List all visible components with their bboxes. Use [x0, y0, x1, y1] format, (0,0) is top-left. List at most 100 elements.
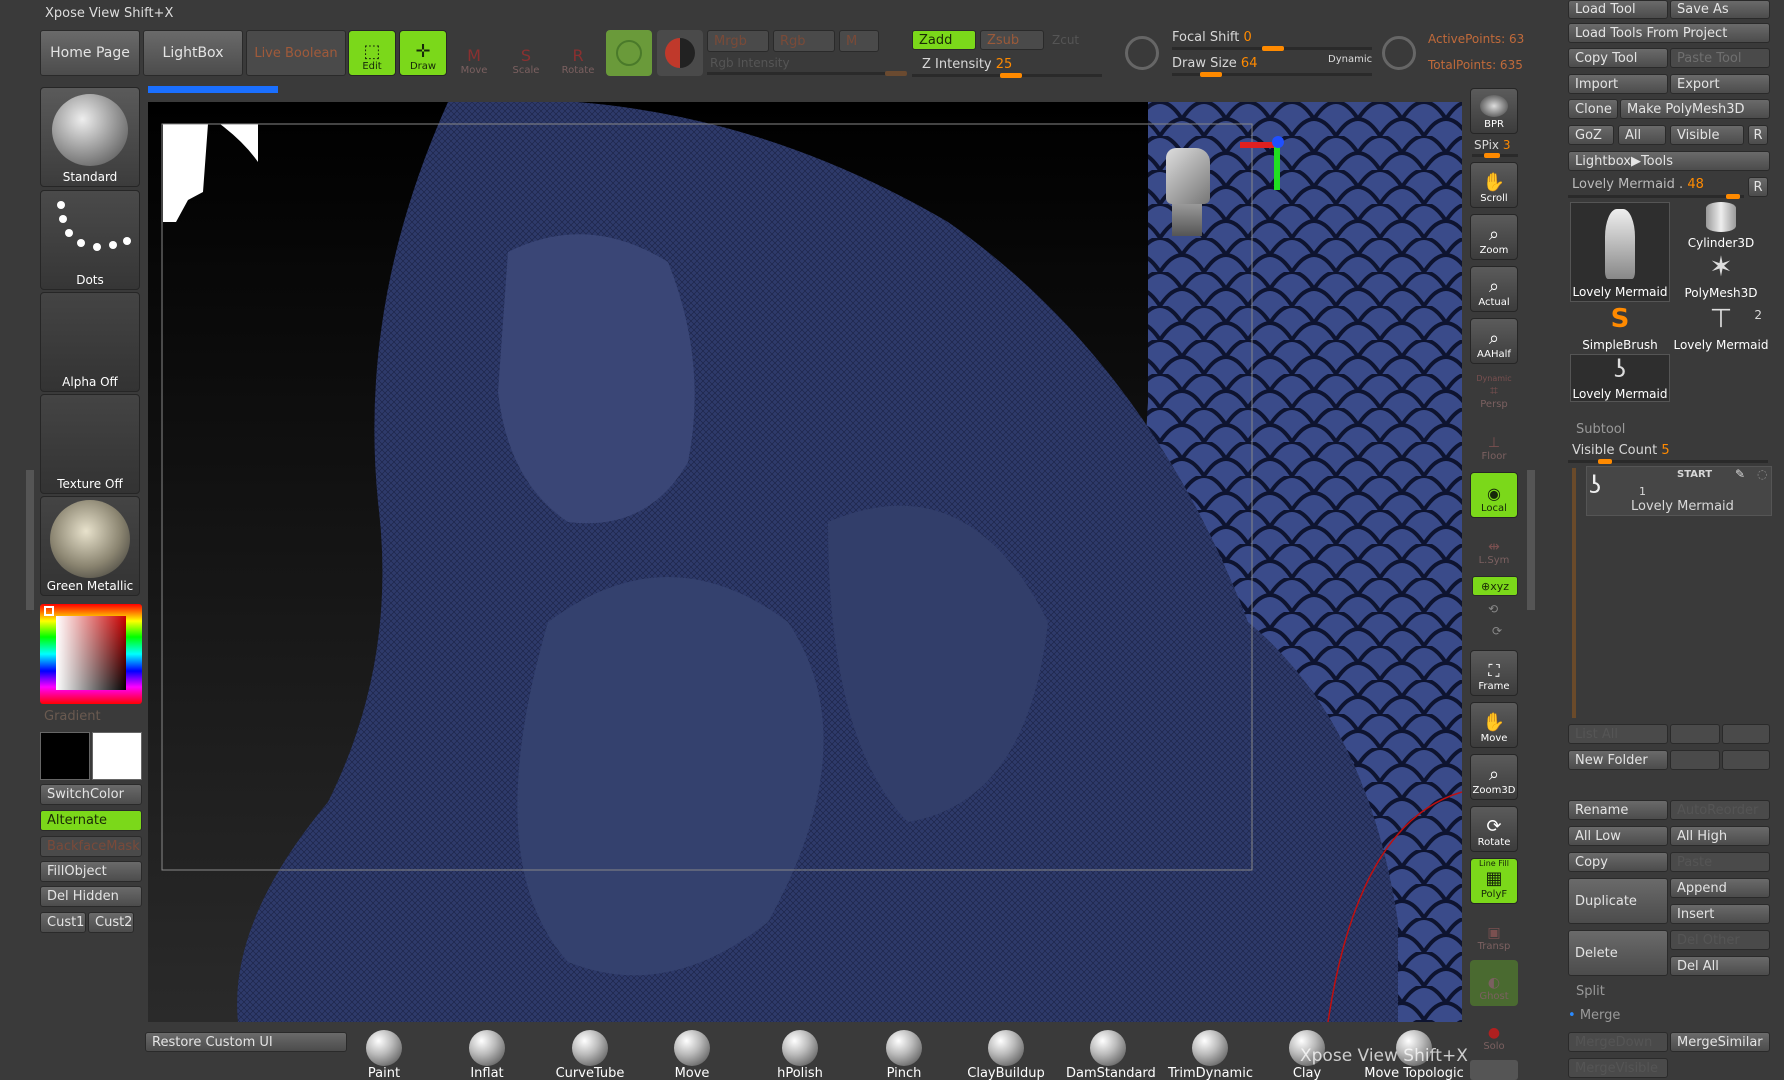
- eye-icon[interactable]: ◌: [1757, 467, 1767, 481]
- aahalf-button[interactable]: ⌕ AAHalf: [1470, 318, 1518, 364]
- secondary-color-swatch[interactable]: [92, 732, 142, 780]
- tool-thumb-5[interactable]: ⊤ 2 Lovely Mermaid: [1672, 304, 1770, 352]
- xyz-button[interactable]: ⊕xyz: [1472, 576, 1518, 596]
- right-tray-toggle[interactable]: [1527, 470, 1535, 610]
- lazy-mouse-button[interactable]: [1118, 30, 1166, 76]
- subtool-header[interactable]: Subtool: [1576, 422, 1625, 437]
- paste-tool-button[interactable]: Paste Tool: [1670, 48, 1770, 68]
- ghost-button[interactable]: ◐ Ghost: [1470, 960, 1518, 1006]
- spix-slider[interactable]: [1472, 153, 1518, 158]
- copy-subtool-button[interactable]: Copy: [1568, 852, 1668, 872]
- mrgb-button[interactable]: Mrgb: [707, 30, 769, 52]
- switch-color-button[interactable]: SwitchColor: [40, 784, 142, 805]
- visible-count-slider[interactable]: [1568, 459, 1768, 464]
- duplicate-button[interactable]: Duplicate: [1568, 878, 1668, 924]
- m-button[interactable]: M: [839, 30, 879, 52]
- auto-reorder-button[interactable]: AutoReorder: [1670, 800, 1770, 820]
- orientation-head[interactable]: [1160, 148, 1220, 244]
- tool-thumb-6[interactable]: ʖ Lovely Mermaid: [1570, 354, 1670, 402]
- home-page-button[interactable]: Home Page: [40, 30, 140, 76]
- edit-button[interactable]: ⬚ Edit: [348, 30, 396, 76]
- gradient-label[interactable]: Gradient: [44, 709, 101, 724]
- frame-button[interactable]: ⛶ Frame: [1470, 650, 1518, 696]
- transp-button[interactable]: ▣ Transp: [1470, 910, 1518, 956]
- merge-visible-button[interactable]: MergeVisible: [1568, 1058, 1668, 1078]
- folder-up-button[interactable]: [1670, 750, 1720, 770]
- zoom3d-button[interactable]: ⌕ Zoom3D: [1470, 754, 1518, 800]
- brush-paint[interactable]: Paint: [342, 1030, 426, 1080]
- fill-object-button[interactable]: FillObject: [40, 861, 142, 882]
- material-button[interactable]: Green Metallic: [40, 496, 140, 596]
- lsym-button[interactable]: ⇹ L.Sym: [1470, 524, 1518, 570]
- new-folder-button[interactable]: New Folder: [1568, 750, 1668, 770]
- alternate-button[interactable]: Alternate: [40, 810, 142, 831]
- brush-button[interactable]: Standard: [40, 87, 140, 187]
- del-hidden-button[interactable]: Del Hidden: [40, 886, 142, 907]
- cust2-button[interactable]: Cust2: [88, 912, 134, 933]
- rotate-z-icon[interactable]: ⟳: [1492, 624, 1502, 638]
- axis-gizmo[interactable]: [1240, 136, 1290, 196]
- zadd-button[interactable]: Zadd: [912, 30, 976, 50]
- zcut-button[interactable]: Zcut: [1052, 33, 1079, 47]
- move-down-button[interactable]: [1722, 724, 1770, 744]
- save-as-button[interactable]: Save As: [1670, 0, 1770, 19]
- insert-button[interactable]: Insert: [1670, 904, 1770, 924]
- rotate-view-button[interactable]: ⟳ Rotate: [1470, 806, 1518, 852]
- draw-button[interactable]: ✛ Draw: [399, 30, 447, 76]
- alpha-button[interactable]: Alpha Off: [40, 292, 140, 392]
- rename-button[interactable]: Rename: [1568, 800, 1668, 820]
- rgb-intensity-slider[interactable]: [707, 71, 907, 76]
- texture-button[interactable]: Texture Off: [40, 394, 140, 494]
- load-tool-button[interactable]: Load Tool: [1568, 0, 1668, 19]
- import-button[interactable]: Import: [1568, 74, 1668, 94]
- polyf-button[interactable]: Line Fill ▦ PolyF: [1470, 858, 1518, 904]
- brush-hpolish[interactable]: hPolish: [758, 1030, 842, 1080]
- tool-thumb-3[interactable]: ✶ PolyMesh3D: [1672, 252, 1770, 301]
- brush-trimdynamic[interactable]: TrimDynamic: [1168, 1030, 1253, 1080]
- dynamic-size-button[interactable]: [1376, 30, 1422, 76]
- brush-icon[interactable]: ✎: [1735, 467, 1745, 481]
- viewport-canvas[interactable]: [148, 102, 1462, 1022]
- solo-button[interactable]: ● Solo: [1470, 1010, 1518, 1056]
- left-tray-toggle[interactable]: [26, 470, 34, 610]
- split-section[interactable]: Split: [1576, 984, 1605, 999]
- del-other-button[interactable]: Del Other: [1670, 930, 1770, 950]
- cust1-button[interactable]: Cust1: [40, 912, 86, 933]
- export-button[interactable]: Export: [1670, 74, 1770, 94]
- lightbox-button[interactable]: LightBox: [143, 30, 243, 76]
- brush-curvetube[interactable]: CurveTube: [548, 1030, 632, 1080]
- actual-button[interactable]: ⌕ Actual: [1470, 266, 1518, 312]
- folder-down-button[interactable]: [1722, 750, 1770, 770]
- make-polymesh3d-button[interactable]: Make PolyMesh3D: [1620, 99, 1770, 119]
- tool-slider[interactable]: [1568, 194, 1744, 199]
- tool-thumb-4[interactable]: S SimpleBrush: [1570, 304, 1670, 352]
- brush-claybuildup[interactable]: ClayBuildup: [964, 1030, 1048, 1080]
- zsub-button[interactable]: Zsub: [980, 30, 1044, 50]
- clone-button[interactable]: Clone: [1568, 99, 1618, 119]
- dynamic-toggle[interactable]: Dynamic: [1328, 54, 1372, 65]
- rotate-button[interactable]: R Rotate: [554, 34, 602, 80]
- color-saturation-box[interactable]: [56, 616, 126, 690]
- list-all-button[interactable]: List All: [1568, 724, 1668, 744]
- floor-button[interactable]: ⊥ Floor: [1470, 420, 1518, 466]
- zoom-button[interactable]: ⌕ Zoom: [1470, 214, 1518, 260]
- tool-r-button[interactable]: R: [1748, 177, 1768, 197]
- main-color-swatch[interactable]: [40, 732, 90, 780]
- move-view-button[interactable]: ✋ Move: [1470, 702, 1518, 748]
- copy-tool-button[interactable]: Copy Tool: [1568, 48, 1668, 68]
- scale-button[interactable]: S Scale: [502, 34, 550, 80]
- focal-shift-slider[interactable]: [1172, 46, 1372, 51]
- brush-pinch[interactable]: Pinch: [862, 1030, 946, 1080]
- subtool-item[interactable]: ʖ START ✎ ◌ 1 Lovely Mermaid: [1586, 466, 1772, 516]
- merge-down-button[interactable]: MergeDown: [1568, 1032, 1668, 1052]
- subtool-list-scrollbar[interactable]: [1572, 468, 1576, 718]
- stroke-button[interactable]: Dots: [40, 190, 140, 290]
- tool-thumb-1[interactable]: Lovely Mermaid: [1570, 202, 1670, 302]
- tool-thumb-2[interactable]: Cylinder3D: [1672, 202, 1770, 250]
- live-boolean-button[interactable]: Live Boolean: [246, 30, 346, 76]
- merge-section[interactable]: • Merge: [1568, 1008, 1620, 1023]
- color-mode-button[interactable]: [606, 30, 652, 76]
- local-button[interactable]: ◉ Local: [1470, 472, 1518, 518]
- color-picker[interactable]: [40, 604, 142, 704]
- goz-button[interactable]: GoZ: [1568, 125, 1614, 145]
